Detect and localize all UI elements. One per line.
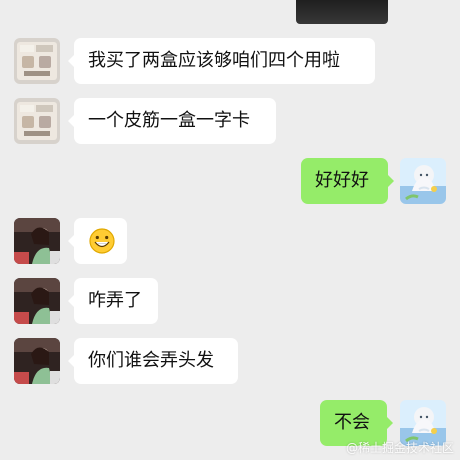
message-text-5: 咋弄了 xyxy=(88,290,142,311)
sticker-avatar-icon xyxy=(14,38,60,84)
message-bubble-5: 咋弄了 xyxy=(68,278,158,324)
message-text-3: 好好好 xyxy=(315,170,369,191)
contact-avatar-a-repeat[interactable] xyxy=(14,98,60,144)
shared-image-thumbnail[interactable] xyxy=(296,0,388,24)
message-text-2: 一个皮筋一盒一字卡 xyxy=(88,110,250,131)
anime-girl-avatar-icon xyxy=(400,158,446,204)
message-text-1: 我买了两盒应该够咱们四个用啦 xyxy=(88,50,340,71)
chat-window: 我买了两盒应该够咱们四个用啦 一个皮筋一盒一字卡 好好好 咋弄了 你们谁会弄头发… xyxy=(0,0,460,460)
message-text-6: 你们谁会弄头发 xyxy=(88,350,214,371)
contact-avatar-b-repeat[interactable] xyxy=(14,278,60,324)
message-bubble-6: 你们谁会弄头发 xyxy=(68,338,238,384)
message-text-7: 不会 xyxy=(334,412,370,433)
message-bubble-1: 我买了两盒应该够咱们四个用啦 xyxy=(68,38,375,84)
grinning-face-emoji-icon xyxy=(89,228,115,254)
contact-avatar-b-repeat-2[interactable] xyxy=(14,338,60,384)
self-avatar[interactable] xyxy=(400,158,446,204)
watermark: @稀土掘金技术社区 xyxy=(345,441,454,455)
contact-avatar-b[interactable] xyxy=(14,218,60,264)
photo-avatar-icon xyxy=(14,218,60,264)
message-bubble-3: 好好好 xyxy=(301,158,394,204)
message-bubble-2: 一个皮筋一盒一字卡 xyxy=(68,98,276,144)
contact-avatar-a[interactable] xyxy=(14,38,60,84)
sticker-avatar-icon xyxy=(14,98,60,144)
message-bubble-4 xyxy=(68,218,127,264)
photo-avatar-icon xyxy=(14,278,60,324)
photo-avatar-icon xyxy=(14,338,60,384)
